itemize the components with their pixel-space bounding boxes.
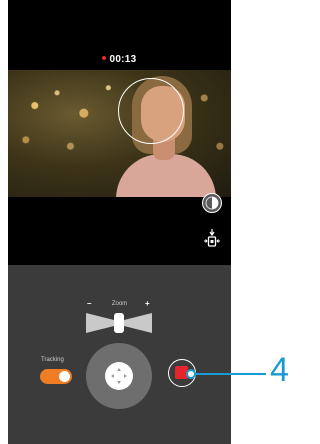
face-tracking-circle[interactable] <box>118 78 184 144</box>
tracking-toggle[interactable] <box>40 369 72 384</box>
pan-tilt-joystick[interactable] <box>86 343 152 409</box>
camera-preview[interactable] <box>8 70 231 197</box>
joystick-icon <box>111 368 127 384</box>
zoom-slider-thumb[interactable] <box>114 313 124 333</box>
phone-screen: 00:13 – Zoom + Tracking <box>8 0 231 444</box>
control-panel: – Zoom + Tracking <box>8 265 231 444</box>
orientation-lock-icon <box>204 229 220 247</box>
stop-recording-icon <box>175 366 188 379</box>
tracking-toggle-knob <box>59 371 70 382</box>
orientation-lock-button[interactable] <box>203 228 221 250</box>
zoom-plus-label: + <box>145 299 150 308</box>
recording-indicator: 00:13 <box>8 54 231 65</box>
tracking-label: Tracking <box>41 357 64 363</box>
exposure-button[interactable] <box>202 193 222 213</box>
callout-number: 4 <box>270 351 289 389</box>
exposure-icon <box>205 196 219 210</box>
recording-time: 00:13 <box>109 54 137 65</box>
zoom-label: Zoom <box>111 301 128 307</box>
zoom-slider[interactable] <box>84 309 154 337</box>
recording-dot-icon <box>102 56 107 61</box>
record-button[interactable] <box>168 359 196 387</box>
joystick-knob[interactable] <box>105 362 133 390</box>
